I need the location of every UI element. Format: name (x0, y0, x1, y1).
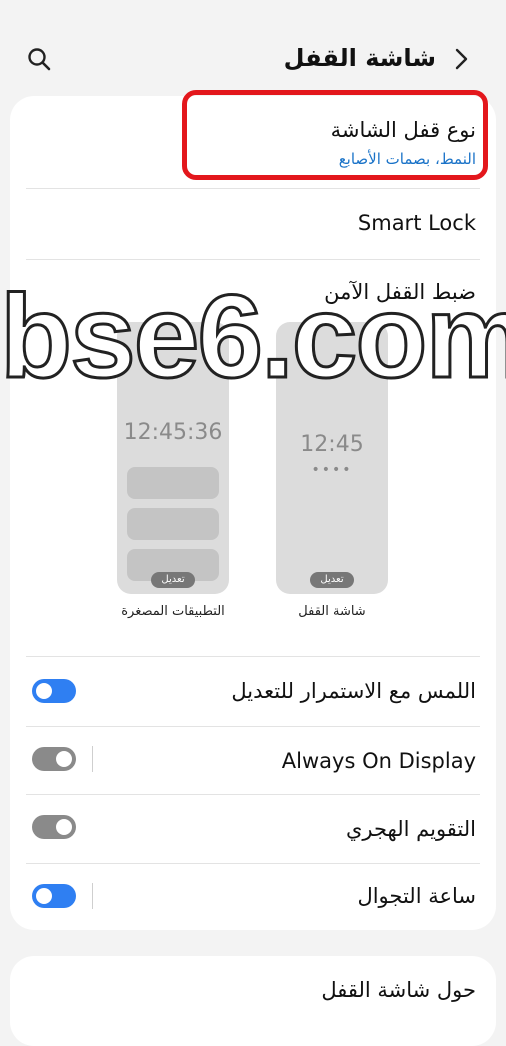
separator (92, 883, 93, 909)
preview-dots: •••• (311, 462, 353, 478)
about-title: حول شاشة القفل (321, 978, 476, 1002)
aod-title: Always On Display (281, 749, 476, 773)
aod-row[interactable]: Always On Display (10, 727, 496, 795)
edit-button[interactable]: تعديل (151, 572, 195, 588)
hijri-row[interactable]: التقويم الهجري (10, 795, 496, 863)
watermark-text: bse6.com (0, 271, 506, 403)
settings-card: نوع قفل الشاشة النمط، بصمات الأصابع Smar… (10, 90, 496, 930)
app-header: شاشة القفل (0, 0, 506, 100)
about-row[interactable]: حول شاشة القفل (10, 956, 496, 1024)
back-arrow-icon[interactable] (448, 46, 474, 72)
smart-lock-row[interactable]: Smart Lock (10, 189, 496, 259)
roaming-clock-toggle[interactable] (32, 884, 76, 908)
preview-clock: 12:45:36 (123, 420, 223, 445)
widgets-caption: التطبيقات المصغرة (121, 604, 225, 619)
aod-toggle[interactable] (32, 747, 76, 771)
preview-clock: 12:45 (300, 432, 364, 457)
hijri-title: التقويم الهجري (345, 817, 476, 841)
roaming-clock-row[interactable]: ساعة التجوال (10, 864, 496, 930)
roaming-clock-title: ساعة التجوال (357, 884, 476, 908)
widget-placeholder (127, 467, 219, 499)
widget-placeholder (127, 508, 219, 540)
hijri-toggle[interactable] (32, 815, 76, 839)
touch-hold-title: اللمس مع الاستمرار للتعديل (231, 679, 476, 703)
smart-lock-title: Smart Lock (357, 211, 476, 235)
search-icon[interactable] (26, 46, 52, 72)
lock-type-row[interactable]: نوع قفل الشاشة النمط، بصمات الأصابع (10, 90, 496, 186)
highlight-box (182, 90, 488, 180)
edit-button[interactable]: تعديل (310, 572, 354, 588)
page-title: شاشة القفل (283, 44, 436, 72)
touch-hold-toggle[interactable] (32, 679, 76, 703)
about-card: حول شاشة القفل (10, 956, 496, 1046)
lockscreen-caption: شاشة القفل (298, 604, 366, 619)
separator (92, 746, 93, 772)
touch-hold-row[interactable]: اللمس مع الاستمرار للتعديل (10, 657, 496, 725)
